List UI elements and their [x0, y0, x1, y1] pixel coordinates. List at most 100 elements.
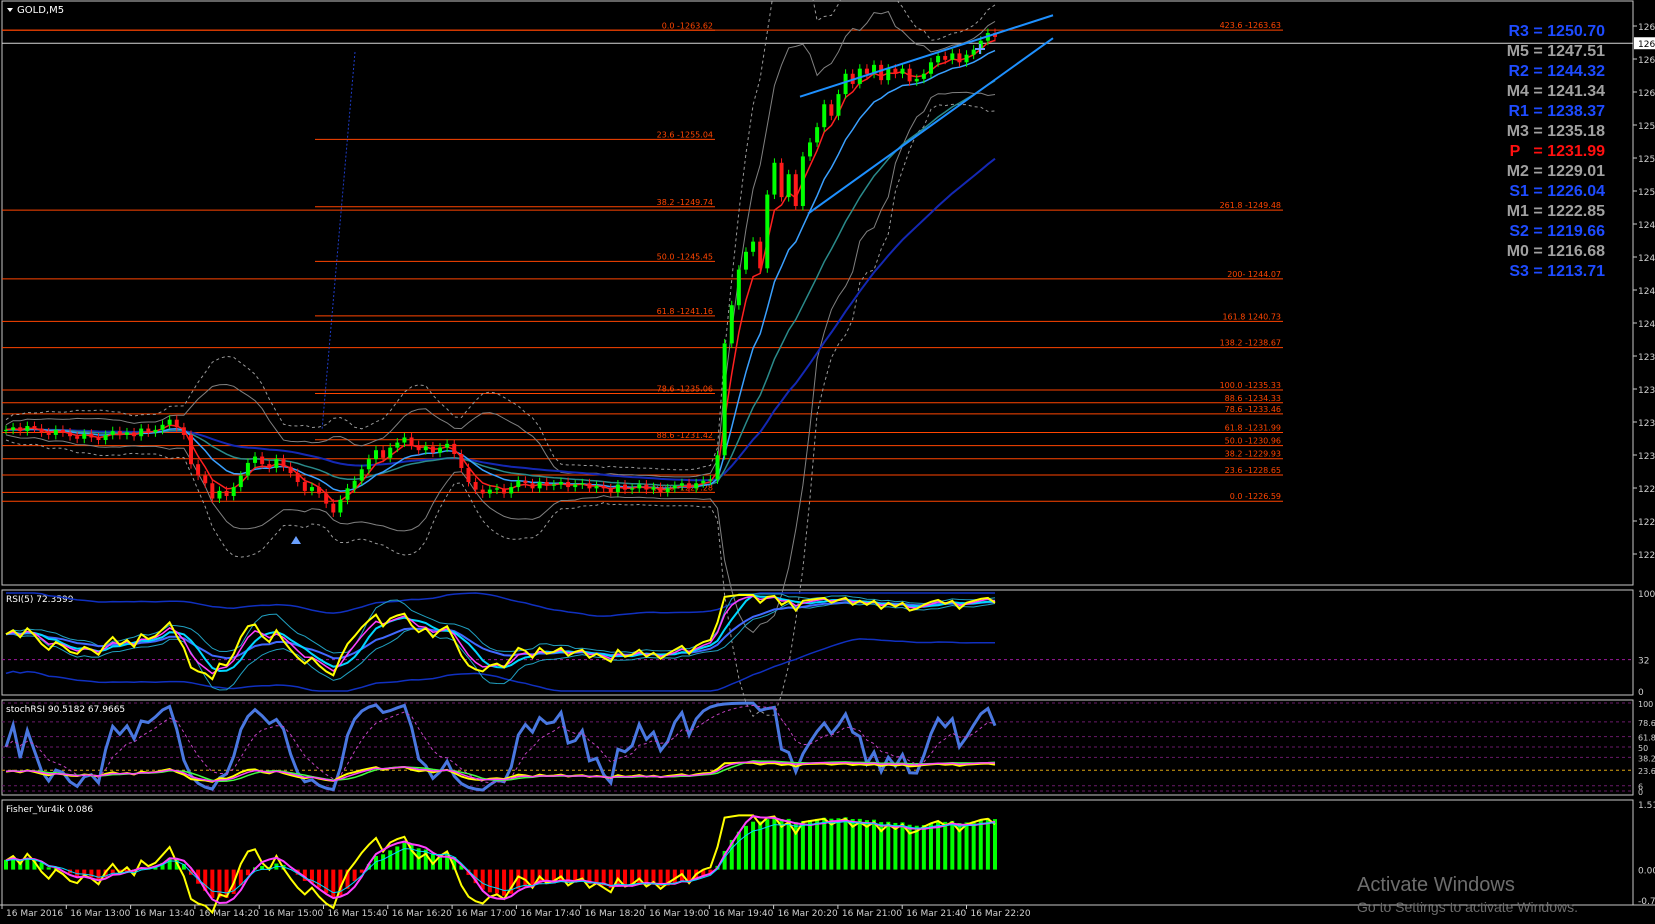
candle[interactable] — [744, 247, 748, 274]
triangle-down-icon[interactable] — [7, 8, 13, 12]
candle[interactable] — [545, 478, 549, 491]
price-tick-label: 122 — [1638, 551, 1655, 561]
candle[interactable] — [957, 49, 961, 67]
candle[interactable] — [716, 451, 720, 484]
trend-channel-upper[interactable] — [800, 15, 1053, 96]
candle[interactable] — [125, 428, 129, 439]
candle[interactable] — [780, 158, 784, 201]
candle-body — [808, 142, 812, 156]
candle[interactable] — [509, 483, 513, 498]
fisher-bar — [922, 825, 926, 870]
candle[interactable] — [18, 423, 22, 436]
candle[interactable] — [538, 478, 542, 493]
candle-body — [310, 487, 314, 491]
candle-body — [75, 436, 79, 439]
candle[interactable] — [417, 441, 421, 455]
candle[interactable] — [54, 425, 58, 439]
chart-stage[interactable]: GOLD,M5 0.0 -1263.6223.6 -1255.0438.2 -1… — [0, 0, 1655, 920]
candle[interactable] — [253, 452, 257, 467]
candle[interactable] — [531, 479, 535, 493]
candle[interactable] — [723, 339, 727, 460]
candle[interactable] — [559, 478, 563, 489]
candle[interactable] — [602, 481, 606, 492]
candle[interactable] — [822, 100, 826, 132]
stochrsi-panel[interactable]: stochRSI 90.5182 67.9665 — [2, 703, 1633, 791]
candle[interactable] — [516, 476, 520, 491]
candle-body — [630, 488, 634, 489]
candle-body — [111, 431, 115, 435]
rsi-panel[interactable]: RSI(5) 72.3599 — [2, 593, 1633, 691]
candle[interactable] — [879, 60, 883, 84]
candle[interactable] — [146, 424, 150, 437]
candle-body — [545, 482, 549, 486]
candle[interactable] — [758, 237, 762, 273]
candle[interactable] — [829, 100, 833, 120]
candle[interactable] — [637, 480, 641, 493]
candle[interactable] — [338, 495, 342, 517]
candle[interactable] — [40, 424, 44, 437]
candle[interactable] — [901, 64, 905, 78]
candle[interactable] — [787, 170, 791, 202]
candle[interactable] — [182, 423, 186, 440]
candle[interactable] — [751, 237, 755, 256]
candle[interactable] — [32, 422, 36, 433]
fisher-panel[interactable]: Fisher_Yur4ik 0.086 — [4, 805, 997, 913]
pivot-level: M5 = 1247.51 — [1507, 42, 1605, 62]
candle[interactable] — [772, 158, 776, 199]
candle-body — [253, 457, 257, 463]
candle-body — [509, 487, 513, 493]
candle[interactable] — [153, 425, 157, 436]
candle[interactable] — [765, 190, 769, 273]
candle[interactable] — [374, 446, 378, 464]
candle[interactable] — [410, 433, 414, 450]
time-tick-label: 16 Mar 13:40 — [135, 909, 195, 919]
candle[interactable] — [929, 58, 933, 78]
candle[interactable] — [808, 138, 812, 161]
candle[interactable] — [474, 478, 478, 495]
price-chart[interactable]: 0.0 -1263.6223.6 -1255.0438.2 -1249.7450… — [2, 0, 1633, 716]
candle[interactable] — [118, 427, 122, 440]
candle[interactable] — [61, 425, 65, 436]
candle[interactable] — [737, 265, 741, 310]
fib-label: 78.6 -1235.06 — [657, 384, 713, 393]
candle[interactable] — [139, 424, 143, 441]
candle[interactable] — [523, 476, 527, 487]
candle[interactable] — [196, 460, 200, 480]
candle[interactable] — [452, 439, 456, 458]
candle[interactable] — [872, 60, 876, 78]
candle[interactable] — [232, 483, 236, 501]
candle[interactable] — [217, 486, 221, 503]
candle[interactable] — [488, 485, 492, 498]
candle[interactable] — [502, 484, 506, 498]
candle-body — [580, 483, 584, 484]
candle[interactable] — [815, 123, 819, 147]
candles[interactable] — [4, 29, 997, 517]
candle-body — [659, 487, 663, 492]
candle[interactable] — [481, 485, 485, 498]
candle[interactable] — [844, 69, 848, 98]
candle[interactable] — [595, 481, 599, 492]
candle[interactable] — [730, 301, 734, 348]
candle[interactable] — [168, 415, 172, 429]
candle[interactable] — [972, 45, 976, 59]
chart-canvas[interactable]: GOLD,M5 0.0 -1263.6223.6 -1255.0438.2 -1… — [0, 0, 1655, 920]
candle[interactable] — [25, 422, 29, 436]
candle[interactable] — [794, 170, 798, 211]
candle[interactable] — [908, 64, 912, 86]
candle[interactable] — [203, 471, 207, 488]
time-tick-label: 16 Mar 21:00 — [842, 909, 902, 919]
candle[interactable] — [111, 427, 115, 440]
candle[interactable] — [552, 480, 556, 490]
candle[interactable] — [132, 428, 136, 441]
candle[interactable] — [281, 455, 285, 472]
candle[interactable] — [274, 455, 278, 473]
candle[interactable] — [431, 442, 435, 457]
candle[interactable] — [950, 49, 954, 64]
candle[interactable] — [189, 430, 193, 468]
candle[interactable] — [267, 460, 271, 473]
candle[interactable] — [573, 480, 577, 491]
candle[interactable] — [801, 152, 805, 211]
candle[interactable] — [836, 90, 840, 121]
candle[interactable] — [317, 483, 321, 498]
indicator-tick-label: 1.51 — [1638, 801, 1655, 811]
